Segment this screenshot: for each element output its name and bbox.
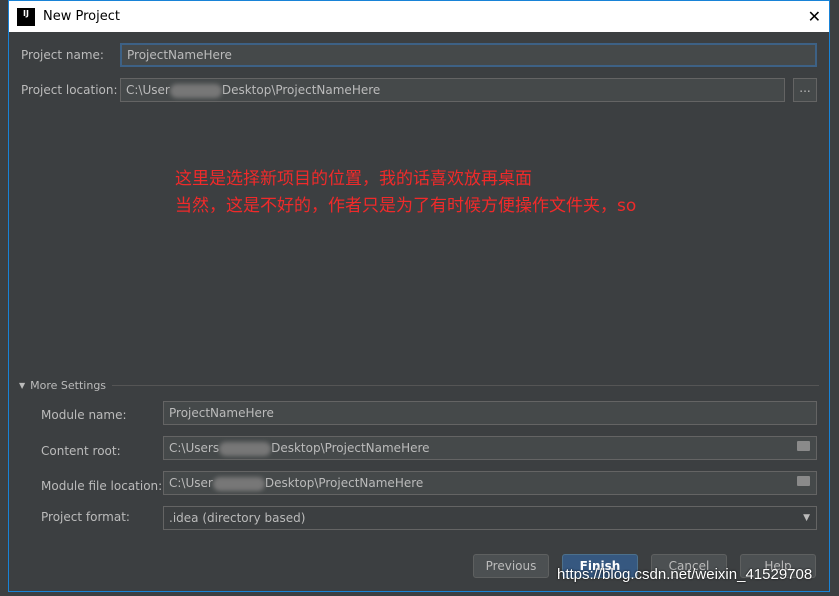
project-location-input[interactable]: C:\User Desktop\ProjectNameHere <box>120 78 785 102</box>
window-title: New Project <box>43 9 120 24</box>
browse-button[interactable]: ... <box>793 78 817 102</box>
divider <box>112 385 819 386</box>
collapse-triangle-icon: ▼ <box>19 381 26 390</box>
path-suffix: Desktop\ProjectNameHere <box>221 83 381 97</box>
redacted-blur <box>212 476 265 491</box>
selected-value: .idea (directory based) <box>169 511 306 525</box>
content-root-label: Content root: <box>41 444 121 458</box>
annotation-text: 这里是选择新项目的位置，我的话喜欢放再桌面当然，这是不好的，作者只是为了有时候方… <box>175 166 636 220</box>
previous-button[interactable]: Previous <box>473 554 549 578</box>
watermark: https://blog.csdn.net/weixin_41529708 <box>557 566 813 583</box>
path-suffix: Desktop\ProjectNameHere <box>264 476 424 490</box>
path-prefix: C:\Users <box>169 441 220 455</box>
more-settings-label: More Settings <box>30 379 107 392</box>
project-format-label: Project format: <box>41 510 130 524</box>
more-settings-toggle[interactable]: ▼ More Settings <box>19 379 819 392</box>
project-format-select[interactable]: .idea (directory based) ▼ <box>163 506 817 530</box>
project-name-label: Project name: <box>21 48 104 62</box>
module-file-location-input[interactable]: C:\User Desktop\ProjectNameHere <box>163 471 817 495</box>
close-button[interactable]: ✕ <box>808 7 821 26</box>
folder-icon[interactable] <box>797 441 810 451</box>
redacted-blur <box>169 83 222 98</box>
path-prefix: C:\User <box>126 83 170 97</box>
annotation-line-1: 这里是选择新项目的位置，我的话喜欢放再桌面 <box>175 169 532 189</box>
intellij-logo-icon: IJ <box>17 7 35 26</box>
module-file-location-label: Module file location: <box>41 479 163 493</box>
annotation-line-2: 当然，这是不好的，作者只是为了有时候方便操作文件夹，so <box>175 196 637 216</box>
title-bar: IJ New Project ✕ <box>9 1 829 32</box>
new-project-dialog: IJ New Project ✕ Project name: ProjectNa… <box>8 0 830 592</box>
content-root-input[interactable]: C:\Users Desktop\ProjectNameHere <box>163 436 817 460</box>
project-name-input[interactable]: ProjectNameHere <box>120 43 817 67</box>
path-suffix: Desktop\ProjectNameHere <box>271 441 430 455</box>
module-name-input[interactable]: ProjectNameHere <box>163 401 817 425</box>
path-prefix: C:\User <box>169 476 213 490</box>
folder-icon[interactable] <box>797 476 810 486</box>
chevron-down-icon: ▼ <box>803 513 810 523</box>
redacted-blur <box>219 441 272 456</box>
project-location-label: Project location: <box>21 83 118 97</box>
module-name-label: Module name: <box>41 408 127 422</box>
